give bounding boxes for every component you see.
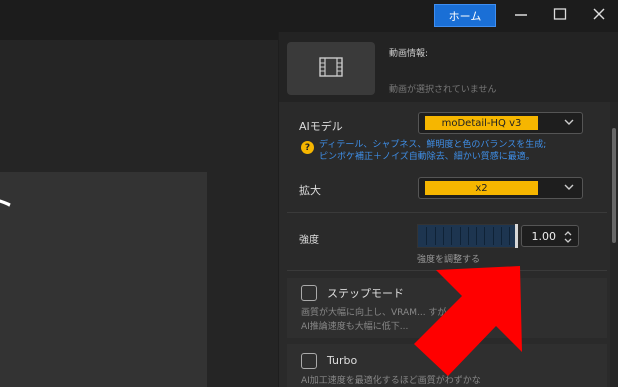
left-card-title: ト	[0, 190, 15, 220]
slider-tick	[442, 227, 444, 245]
scrollbar[interactable]	[610, 102, 618, 387]
slider-tick	[434, 227, 436, 245]
ai-model-hint-line1: ディテール、シャプネス、鮮明度と色のバランスを生成;	[319, 140, 547, 150]
question-icon: ?	[301, 141, 314, 154]
ai-model-value: moDetail-HQ v3	[425, 116, 538, 130]
minimize-icon[interactable]	[508, 4, 534, 24]
left-pane-header	[0, 32, 278, 40]
slider-tick	[451, 227, 453, 245]
divider	[287, 212, 607, 213]
strength-input[interactable]: 1.00	[521, 225, 579, 247]
ai-model-hint-line2: ピンボケ補正＋ノイズ自動除去、細かい質感に最適。	[319, 152, 535, 162]
upscale-value: x2	[425, 181, 538, 195]
title-bar: ホーム	[0, 0, 618, 32]
turbo-label: Turbo	[327, 354, 358, 367]
slider-tick	[459, 227, 461, 245]
video-info-section: 動画情報: 動画が選択されていません	[279, 32, 618, 102]
ai-model-select[interactable]: moDetail-HQ v3	[418, 112, 583, 134]
scrollbar-thumb[interactable]	[612, 128, 616, 243]
strength-label: 強度	[299, 235, 319, 246]
slider-tick	[426, 227, 428, 245]
chevron-down-icon	[562, 180, 576, 197]
slider-tick	[467, 227, 469, 245]
close-icon[interactable]	[586, 4, 612, 24]
home-button[interactable]: ホーム	[434, 4, 496, 27]
left-card: ト	[0, 172, 207, 387]
maximize-icon[interactable]	[547, 4, 573, 24]
slider-tick	[492, 227, 494, 245]
strength-slider[interactable]	[417, 224, 517, 248]
strength-slider-handle[interactable]	[515, 224, 518, 248]
slider-tick	[476, 227, 478, 245]
step-mode-label: ステップモード	[327, 287, 404, 300]
slider-tick	[501, 227, 502, 245]
video-thumbnail[interactable]	[287, 42, 375, 95]
step-mode-checkbox[interactable]	[301, 285, 317, 301]
slider-tick	[509, 227, 511, 245]
video-info-empty: 動画が選択されていません	[389, 85, 497, 95]
left-pane: ト	[0, 32, 278, 387]
upscale-label: 拡大	[299, 184, 321, 197]
film-icon	[319, 57, 343, 80]
chevron-down-icon	[562, 115, 576, 132]
video-info-label: 動画情報:	[389, 49, 429, 59]
spinner-icon[interactable]	[562, 227, 574, 250]
upscale-select[interactable]: x2	[418, 177, 583, 199]
turbo-checkbox[interactable]	[301, 353, 317, 369]
strength-value: 1.00	[531, 230, 557, 243]
slider-tick	[484, 227, 486, 245]
ai-model-label: AIモデル	[299, 120, 343, 133]
red-arrow-icon	[400, 252, 540, 387]
